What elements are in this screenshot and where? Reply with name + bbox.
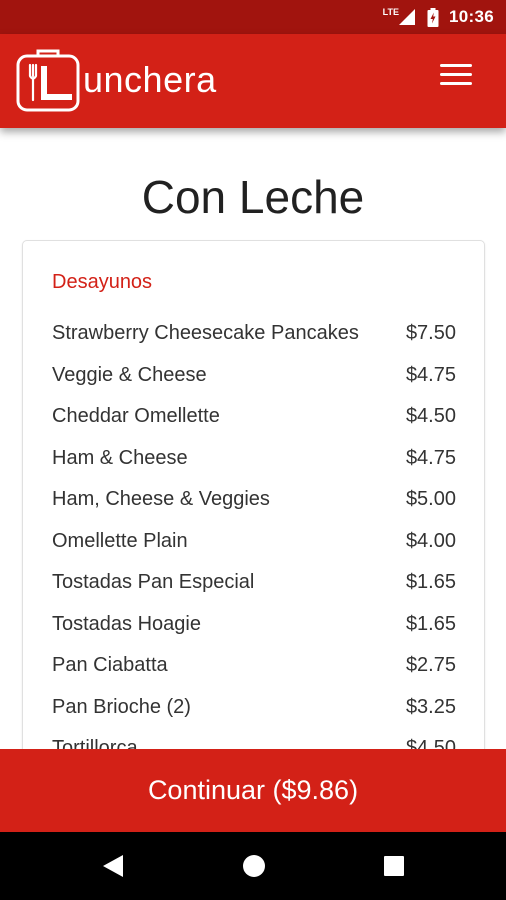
menu-item-name: Pan Brioche (2) [52, 695, 191, 718]
app-bar: unchera [0, 34, 506, 128]
menu-item[interactable]: Ham & Cheese $4.75 [23, 438, 484, 480]
menu-item[interactable]: Pan Brioche (2) $3.25 [23, 687, 484, 729]
menu-item[interactable]: Pan Ciabatta $2.75 [23, 645, 484, 687]
lunchbox-logo-icon [16, 49, 80, 112]
home-icon[interactable] [240, 852, 268, 880]
menu-item-name: Tostadas Hoagie [52, 612, 201, 635]
menu-item[interactable]: Ham, Cheese & Veggies $5.00 [23, 479, 484, 521]
menu-item-price: $1.65 [405, 612, 456, 635]
menu-item-price: $7.50 [405, 322, 456, 345]
section-title: Desayunos [52, 271, 153, 293]
menu-item-name: Pan Ciabatta [52, 654, 168, 677]
menu-item-name: Cheddar Omellette [52, 405, 220, 428]
back-icon[interactable] [99, 852, 127, 880]
continue-button[interactable]: Continuar ($9.86) [0, 749, 506, 832]
hamburger-menu-icon[interactable] [440, 64, 472, 90]
clock: 10:36 [449, 7, 494, 26]
menu-item-price: $1.65 [405, 571, 456, 594]
menu-item-price: $5.00 [405, 488, 456, 511]
status-bar: LTE 10:36 [0, 0, 506, 34]
menu-item-price: $4.50 [405, 405, 456, 428]
app-name: unchera [83, 59, 217, 100]
network-type: LTE [382, 7, 400, 17]
menu-item-name: Ham & Cheese [52, 446, 188, 469]
menu-item[interactable]: Strawberry Cheesecake Pancakes $7.50 [23, 313, 484, 355]
page-title: Con Leche [141, 171, 365, 223]
menu-item[interactable]: Omellette Plain $4.00 [23, 521, 484, 563]
menu-item-name: Tostadas Pan Especial [52, 571, 255, 594]
menu-item-name: Veggie & Cheese [52, 363, 207, 386]
app-logo[interactable]: unchera [16, 44, 256, 116]
menu-card: Desayunos Strawberry Cheesecake Pancakes… [22, 240, 485, 780]
menu-item[interactable]: Tostadas Pan Especial $1.65 [23, 562, 484, 604]
navigation-bar [0, 832, 506, 900]
menu-item-price: $4.75 [405, 446, 456, 469]
menu-item-name: Ham, Cheese & Veggies [52, 488, 270, 511]
menu-item[interactable]: Cheddar Omellette $4.50 [23, 396, 484, 438]
menu-item[interactable]: Tostadas Hoagie $1.65 [23, 604, 484, 646]
menu-item[interactable]: Veggie & Cheese $4.75 [23, 355, 484, 397]
recents-icon[interactable] [380, 852, 408, 880]
menu-list[interactable]: Strawberry Cheesecake Pancakes $7.50 Veg… [23, 313, 484, 770]
menu-item-price: $4.75 [405, 363, 456, 386]
menu-item-name: Omellette Plain [52, 529, 188, 552]
menu-item-price: $4.00 [405, 529, 456, 552]
battery-charging-icon [427, 7, 439, 27]
signal-icon [399, 9, 416, 25]
menu-item-name: Strawberry Cheesecake Pancakes [52, 322, 359, 345]
menu-item-price: $3.25 [405, 695, 456, 718]
menu-item-price: $2.75 [405, 654, 456, 677]
